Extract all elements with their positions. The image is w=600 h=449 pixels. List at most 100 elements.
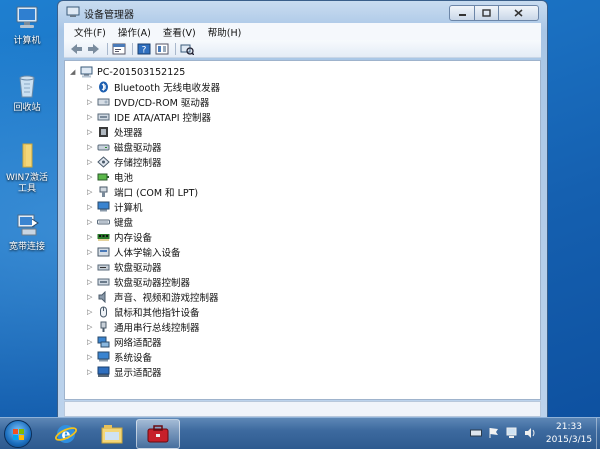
- expand-arrow-icon[interactable]: ▷: [87, 308, 95, 316]
- expand-arrow-icon[interactable]: ▷: [87, 338, 95, 346]
- keyboard-icon: [97, 219, 110, 224]
- show-desktop-button[interactable]: [596, 418, 600, 449]
- internet-explorer-icon: e: [54, 425, 78, 443]
- expand-arrow-icon[interactable]: ▷: [87, 203, 95, 211]
- tree-root[interactable]: ◢ PC-201503152125: [70, 65, 185, 79]
- toolbar-separator: [132, 42, 133, 55]
- taskbar-file-explorer[interactable]: [90, 419, 134, 449]
- dvd-drive-icon: [97, 98, 110, 105]
- tree-node-hid[interactable]: ▷ 人体学输入设备: [87, 244, 220, 259]
- menu-file[interactable]: 文件(F): [68, 25, 112, 39]
- expand-arrow-icon[interactable]: ▷: [87, 173, 95, 181]
- expand-arrow-icon[interactable]: ▷: [87, 98, 95, 106]
- start-button[interactable]: [4, 420, 32, 448]
- keyboard-tray-icon[interactable]: [470, 427, 482, 439]
- expand-arrow-icon[interactable]: ▷: [87, 158, 95, 166]
- computer-name: PC-201503152125: [97, 66, 186, 78]
- properties-button[interactable]: [111, 42, 127, 56]
- expand-arrow-icon[interactable]: ▷: [87, 368, 95, 376]
- recycle-bin-icon: [12, 70, 42, 100]
- computer-icon: [80, 66, 93, 78]
- expand-arrow-icon[interactable]: ▷: [87, 278, 95, 286]
- ide-controller-icon: [97, 113, 110, 120]
- minimize-button[interactable]: [449, 5, 475, 21]
- tree-node-sound[interactable]: ▷ 声音、视频和游戏控制器: [87, 289, 220, 304]
- tree-node-ports[interactable]: ▷ 端口 (COM 和 LPT): [87, 184, 220, 199]
- expand-arrow-icon[interactable]: ▷: [87, 353, 95, 361]
- minimize-icon: [458, 14, 466, 16]
- expand-arrow-icon[interactable]: ▷: [87, 143, 95, 151]
- expand-arrow-icon[interactable]: ▷: [87, 218, 95, 226]
- node-label: IDE ATA/ATAPI 控制器: [114, 112, 212, 124]
- tree-node-disk[interactable]: ▷ 磁盘驱动器: [87, 139, 220, 154]
- tree-node-processor[interactable]: ▷ 处理器: [87, 124, 220, 139]
- volume-icon[interactable]: [524, 427, 536, 439]
- menu-view[interactable]: 查看(V): [157, 25, 202, 39]
- taskbar-device-manager[interactable]: [136, 419, 180, 449]
- system-device-icon: [97, 351, 110, 361]
- desktop-icon-label: WIN7激活工具: [5, 173, 48, 194]
- node-label: 系统设备: [114, 352, 153, 364]
- tree-node-battery[interactable]: ▷ 电池: [87, 169, 220, 184]
- menu-action[interactable]: 操作(A): [112, 25, 157, 39]
- collapse-arrow-icon[interactable]: ◢: [70, 68, 78, 76]
- tree-node-storage[interactable]: ▷ 存储控制器: [87, 154, 220, 169]
- desktop-icon-computer[interactable]: 计算机: [2, 3, 52, 47]
- expand-arrow-icon[interactable]: ▷: [87, 248, 95, 256]
- menu-help[interactable]: 帮助(H): [202, 25, 248, 39]
- tree-node-dvd[interactable]: ▷ DVD/CD-ROM 驱动器: [87, 94, 220, 109]
- view-button[interactable]: [154, 42, 170, 56]
- computer-icon: [12, 3, 42, 33]
- desktop-icon-label: 回收站: [13, 103, 41, 113]
- expand-arrow-icon[interactable]: ▷: [87, 188, 95, 196]
- toolbar: ?: [64, 40, 541, 58]
- clock[interactable]: 21:33 2015/3/15: [544, 421, 594, 447]
- expand-arrow-icon[interactable]: ▷: [87, 323, 95, 331]
- title-bar[interactable]: 设备管理器: [58, 1, 547, 25]
- node-label: 鼠标和其他指针设备: [114, 307, 200, 319]
- clock-date: 2015/3/15: [545, 435, 593, 445]
- expand-arrow-icon[interactable]: ▷: [87, 293, 95, 301]
- tree-node-keyboard[interactable]: ▷ 键盘: [87, 214, 220, 229]
- expand-arrow-icon[interactable]: ▷: [87, 113, 95, 121]
- device-tree: ◢ PC-201503152125 ▷ Bluetooth 无线电收发器 ▷ D…: [64, 60, 541, 400]
- tree-node-usb[interactable]: ▷ 通用串行总线控制器: [87, 319, 220, 334]
- tree-node-display[interactable]: ▷ 显示适配器: [87, 364, 220, 379]
- expand-arrow-icon[interactable]: ▷: [87, 83, 95, 91]
- node-label: 存储控制器: [114, 157, 162, 169]
- tree-node-system[interactable]: ▷ 系统设备: [87, 349, 220, 364]
- node-label: 显示适配器: [114, 367, 162, 379]
- window-title: 设备管理器: [84, 10, 134, 21]
- desktop-icon-broadband[interactable]: 宽带连接: [2, 209, 52, 253]
- node-label: 端口 (COM 和 LPT): [114, 187, 199, 199]
- file-explorer-icon: [101, 425, 123, 444]
- expand-arrow-icon[interactable]: ▷: [87, 263, 95, 271]
- help-button[interactable]: ?: [136, 42, 152, 56]
- expand-arrow-icon[interactable]: ▷: [87, 233, 95, 241]
- flag-icon[interactable]: [488, 427, 500, 439]
- back-button[interactable]: [68, 42, 84, 56]
- network-icon[interactable]: [506, 427, 518, 439]
- tree-node-floppy[interactable]: ▷ 软盘驱动器: [87, 259, 220, 274]
- tree-node-bluetooth[interactable]: ▷ Bluetooth 无线电收发器: [87, 79, 220, 94]
- scan-hardware-button[interactable]: [179, 42, 195, 56]
- port-icon: [99, 186, 108, 197]
- taskbar-internet-explorer[interactable]: e: [44, 419, 88, 449]
- node-label: 软盘驱动器: [114, 262, 162, 274]
- tree-node-computer[interactable]: ▷ 计算机: [87, 199, 220, 214]
- tree-node-floppy-controller[interactable]: ▷ 软盘驱动器控制器: [87, 274, 220, 289]
- maximize-button[interactable]: [475, 5, 499, 21]
- tree-node-mouse[interactable]: ▷ 鼠标和其他指针设备: [87, 304, 220, 319]
- expand-arrow-icon[interactable]: ▷: [87, 128, 95, 136]
- forward-button[interactable]: [86, 42, 102, 56]
- close-button[interactable]: [499, 5, 539, 21]
- desktop-icon-win7-activator[interactable]: WIN7激活工具: [2, 140, 52, 195]
- floppy-controller-icon: [97, 278, 110, 285]
- help-icon: ?: [137, 43, 151, 55]
- desktop-icon-label: 宽带连接: [8, 242, 45, 252]
- tree-node-ide[interactable]: ▷ IDE ATA/ATAPI 控制器: [87, 109, 220, 124]
- desktop-icon-recycle-bin[interactable]: 回收站: [2, 70, 52, 114]
- tree-node-memory[interactable]: ▷ 内存设备: [87, 229, 220, 244]
- tree-node-network[interactable]: ▷ 网络适配器: [87, 334, 220, 349]
- node-label: 软盘驱动器控制器: [114, 277, 191, 289]
